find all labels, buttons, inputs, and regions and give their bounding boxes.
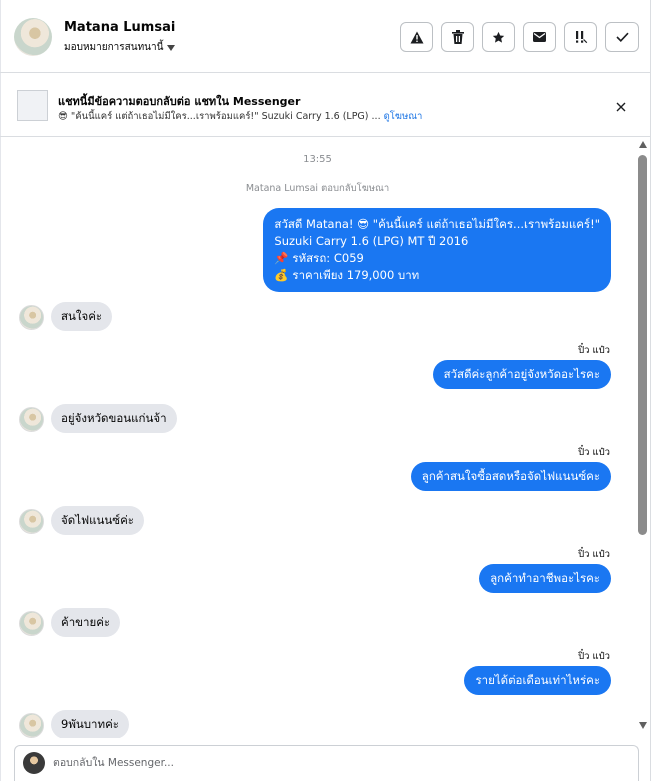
avatar[interactable] bbox=[19, 509, 44, 534]
avatar[interactable] bbox=[19, 407, 44, 432]
sender-name: ปิ๋ว แป๋ว bbox=[578, 447, 610, 458]
scroll-up-arrow-icon[interactable] bbox=[639, 141, 647, 148]
timestamp: 13:55 bbox=[303, 154, 332, 165]
ad-snippet: 😎 "ค้นนี้แคร์ แต่ถ้าเธอไม่มีใคร...เราพร้… bbox=[58, 111, 381, 122]
avatar[interactable] bbox=[14, 18, 52, 56]
important-icon bbox=[575, 31, 587, 44]
ad-thumbnail[interactable] bbox=[17, 90, 48, 121]
message-line: Suzuki Carry 1.6 (LPG) MT ปี 2016 bbox=[274, 234, 469, 248]
message-line: 💰 ราคาเพียง 179,000 บาท bbox=[274, 268, 420, 282]
outgoing-message[interactable]: ลูกค้าสนใจซื้อสดหรือจัดไฟแนนซ์คะ bbox=[410, 462, 611, 491]
incoming-message[interactable]: สนใจค่ะ bbox=[51, 302, 113, 331]
envelope-icon bbox=[533, 32, 546, 42]
report-button[interactable] bbox=[400, 22, 433, 52]
mark-important-button[interactable] bbox=[564, 22, 597, 52]
banner-title: แชทนี้มีข้อความตอบกลับต่อ แชทใน Messenge… bbox=[58, 95, 301, 108]
message-thread[interactable]: 13:55 Matana Lumsai ตอบกลับโฆษณา สวัสดี … bbox=[0, 138, 635, 738]
incoming-message[interactable]: จัดไฟแนนซ์ค่ะ bbox=[51, 506, 144, 535]
action-toolbar bbox=[400, 22, 639, 52]
close-banner-button[interactable] bbox=[612, 98, 630, 116]
outgoing-message[interactable]: รายได้ต่อเดือนเท่าไหร่คะ bbox=[464, 666, 611, 695]
ad-reply-banner: แชทนี้มีข้อความตอบกลับต่อ แชทใน Messenge… bbox=[0, 73, 651, 137]
banner-subtitle: 😎 "ค้นนี้แคร์ แต่ถ้าเธอไม่มีใคร...เราพร้… bbox=[58, 109, 422, 124]
page-avatar bbox=[23, 752, 45, 774]
reply-input[interactable] bbox=[53, 753, 613, 773]
contact-name[interactable]: Matana Lumsai bbox=[64, 20, 175, 35]
outgoing-message[interactable]: ลูกค้าทำอาชีพอะไรคะ bbox=[479, 564, 611, 593]
warning-icon bbox=[410, 31, 423, 43]
check-icon bbox=[615, 32, 629, 42]
avatar[interactable] bbox=[19, 305, 44, 330]
star-icon bbox=[492, 31, 505, 43]
sender-name: ปิ๋ว แป๋ว bbox=[578, 549, 610, 560]
incoming-message[interactable]: อยู่จังหวัดขอนแก่นจ้า bbox=[51, 404, 177, 433]
view-ad-link[interactable]: ดูโฆษณา bbox=[384, 111, 423, 122]
incoming-message[interactable]: ค้าขายค่ะ bbox=[51, 608, 121, 637]
sender-name: ปิ๋ว แป๋ว bbox=[578, 345, 610, 356]
assign-label: มอบหมายการสนทนานี้ bbox=[64, 42, 164, 53]
conversation-header: Matana Lumsai มอบหมายการสนทนานี้ bbox=[0, 0, 651, 73]
scroll-down-arrow-icon[interactable] bbox=[639, 722, 647, 729]
avatar[interactable] bbox=[19, 713, 44, 738]
delete-button[interactable] bbox=[441, 22, 474, 52]
message-line: สวัสดี Matana! 😎 "ค้นนี้แคร์ แต่ถ้าเธอไม… bbox=[274, 217, 600, 231]
mark-unread-button[interactable] bbox=[523, 22, 556, 52]
system-message: Matana Lumsai ตอบกลับโฆษณา bbox=[245, 183, 390, 194]
close-icon bbox=[616, 102, 626, 112]
mark-done-button[interactable] bbox=[605, 22, 639, 52]
sender-name: ปิ๋ว แป๋ว bbox=[578, 651, 610, 662]
caret-down-icon bbox=[167, 44, 176, 51]
star-button[interactable] bbox=[482, 22, 515, 52]
message-line: 📌 รหัสรถ: C059 bbox=[274, 251, 364, 265]
avatar[interactable] bbox=[19, 611, 44, 636]
assign-conversation-dropdown[interactable]: มอบหมายการสนทนานี้ bbox=[64, 40, 176, 55]
reply-composer bbox=[14, 745, 639, 781]
incoming-message[interactable]: 9พันบาทค่ะ bbox=[51, 710, 129, 738]
scrollbar-thumb[interactable] bbox=[638, 155, 647, 535]
outgoing-message[interactable]: สวัสดีค่ะลูกค้าอยู่จังหวัดอะไรคะ bbox=[432, 360, 611, 389]
outgoing-message[interactable]: สวัสดี Matana! 😎 "ค้นนี้แคร์ แต่ถ้าเธอไม… bbox=[263, 208, 611, 292]
trash-icon bbox=[451, 30, 464, 44]
